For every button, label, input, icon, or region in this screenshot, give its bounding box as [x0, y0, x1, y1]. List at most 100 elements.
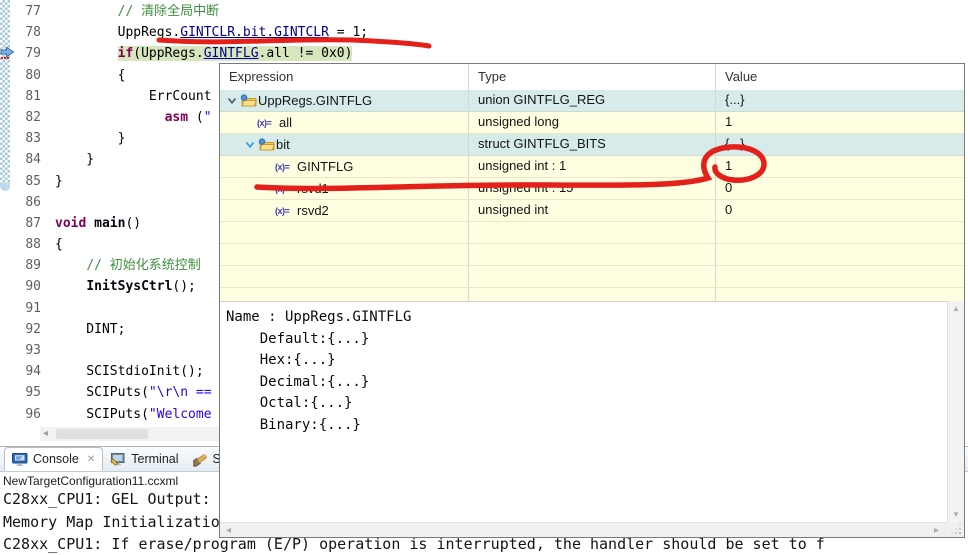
column-header-value[interactable]: Value [715, 64, 964, 90]
code-token: (UppRegs. [133, 46, 204, 62]
variable-icon: (x)= [275, 183, 290, 194]
type-cell: union GINTFLG_REG [468, 90, 715, 111]
code-token: { [55, 67, 126, 83]
line-number: 78 [25, 25, 41, 41]
code-token: .all != 0x0) [258, 46, 353, 62]
code-token: DINT; [55, 321, 126, 337]
scroll-down-icon[interactable]: ▾ [948, 510, 964, 520]
code-token: UppRegs. [117, 25, 181, 41]
empty-row [220, 244, 964, 266]
tab-label: Terminal [131, 452, 179, 466]
line-number-gutter: 77 78 79 80 81 82 83 84 85 86 87 88 89 90 91 92 93 94 95 96 [10, 1, 48, 425]
hyperlink-token[interactable]: GINTCLR.bit.GINTCLR [180, 25, 329, 40]
code-token: if [117, 46, 134, 62]
detail-line: Binary:{...} [226, 416, 361, 433]
code-token: void [55, 215, 87, 231]
code-token: ( [188, 109, 204, 125]
line-number: 82 [25, 109, 41, 125]
expression-row-rsvd1[interactable]: (x)= rsvd1 unsigned int : 15 0 [220, 178, 964, 200]
line-number: 94 [25, 364, 41, 380]
expression-label: rsvd1 [297, 180, 329, 196]
expression-table-rows[interactable]: UppRegs.GINTFLG union GINTFLG_REG {...} (x)… [220, 90, 964, 310]
expression-row-uppregs-gintflg[interactable]: UppRegs.GINTFLG union GINTFLG_REG {...} [220, 90, 964, 112]
line-number: 88 [25, 237, 41, 253]
expression-details-pane: Name : UppRegs.GINTFLG Default:{...} Hex… [220, 301, 947, 523]
value-cell: 1 [715, 156, 964, 177]
detail-line: Hex:{...} [226, 352, 336, 368]
range-indicator-ruler [0, 0, 10, 183]
scroll-left-icon[interactable]: ◂ [43, 427, 48, 441]
expression-row-gintflg[interactable]: (x)= GINTFLG unsigned int : 11 [220, 156, 964, 178]
details-vertical-scrollbar[interactable]: ▴ ▾ [947, 301, 964, 523]
expression-row-all[interactable]: (x)= all unsigned long 1 [220, 112, 964, 134]
tab-console[interactable]: Console ✕ [4, 447, 104, 471]
line-number: 93 [25, 343, 41, 358]
expression-hover-popup[interactable]: Expression Type Value UppRegs.GINTFLG uni… [219, 63, 965, 538]
tab-terminal[interactable]: Terminal [103, 447, 185, 471]
code-line-77[interactable]: // 清除全局中断 [55, 1, 968, 22]
chevron-down-icon[interactable] [225, 95, 239, 106]
current-statement-highlight: if(UppRegs.GINTFLG.all != 0x0) [117, 46, 353, 62]
resize-grip[interactable] [947, 522, 964, 537]
instruction-pointer-icon [0, 46, 15, 59]
scrollbar-thumb[interactable] [56, 429, 148, 439]
line-number: 86 [25, 194, 41, 210]
line-number: 87 [25, 215, 41, 231]
detail-line: Name : UppRegs.GINTFLG [226, 309, 412, 325]
line-number: 92 [25, 321, 41, 337]
scroll-left-icon[interactable]: ◂ [226, 524, 231, 537]
line-number: 79 [25, 46, 41, 62]
line-number: 95 [25, 385, 41, 401]
popup-horizontal-scrollbar[interactable]: ◂ ▸ [220, 522, 947, 537]
scroll-right-icon[interactable]: ▸ [934, 524, 939, 537]
value-cell: 0 [715, 178, 964, 199]
code-token: SCIStdioInit(); [55, 364, 204, 380]
code-token: () [125, 215, 142, 231]
editor-horizontal-scrollbar[interactable]: ◂ [40, 427, 220, 441]
code-token: (); [172, 279, 196, 295]
tab-label: Console [33, 452, 79, 466]
expression-row-bit[interactable]: bit struct GINTFLG_BITS {...} [220, 134, 964, 156]
expression-row-rsvd2[interactable]: (x)= rsvd2 unsigned int 0 [220, 200, 964, 222]
type-cell: unsigned int : 15 [468, 178, 715, 199]
column-header-expression[interactable]: Expression [220, 64, 468, 90]
struct-folder-icon [240, 94, 258, 107]
code-token: } [55, 131, 126, 147]
value-cell: 1 [715, 112, 964, 133]
terminal-icon [110, 452, 125, 466]
code-token: ErrCount [148, 88, 212, 104]
detail-line: Default:{...} [226, 330, 370, 347]
scroll-up-icon[interactable]: ▴ [948, 304, 964, 314]
close-icon[interactable]: ✕ [87, 454, 95, 465]
detail-line: Decimal:{...} [226, 373, 370, 390]
line-number: 90 [25, 279, 41, 295]
expression-label: all [279, 114, 293, 130]
value-cell: {...} [715, 90, 964, 111]
search-icon [192, 453, 207, 467]
chevron-down-blue-icon[interactable] [243, 139, 257, 150]
code-token: InitSysCtrl [86, 279, 173, 295]
code-line-79[interactable]: if(UppRegs.GINTFLG.all != 0x0) [55, 43, 968, 64]
variable-icon: (x)= [275, 205, 290, 216]
value-cell: 0 [715, 200, 964, 221]
value-cell: {...} [715, 134, 964, 155]
code-token: } [55, 173, 63, 189]
expression-label: bit [276, 136, 290, 152]
empty-row [220, 222, 964, 244]
line-number: 81 [25, 88, 41, 104]
code-line-78[interactable]: UppRegs.GINTCLR.bit.GINTCLR = 1; [55, 22, 968, 43]
hyperlink-token[interactable]: GINTFLG [204, 46, 259, 61]
console-line: Memory Map Initializatio [3, 512, 220, 531]
struct-folder-icon [258, 138, 276, 151]
code-token: } [55, 152, 95, 168]
code-token: main [94, 215, 126, 231]
expression-table-header: Expression Type Value [220, 64, 964, 91]
code-token: "Welcome [148, 406, 212, 422]
column-header-type[interactable]: Type [468, 64, 715, 90]
